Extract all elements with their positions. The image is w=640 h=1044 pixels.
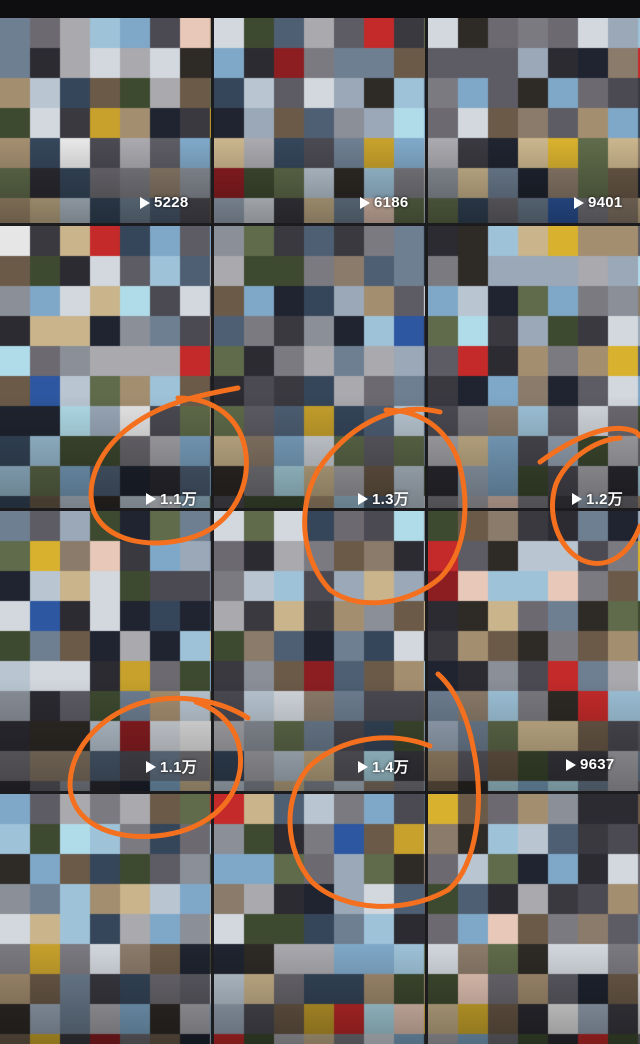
view-count: 1.1万 [146,488,197,508]
view-count-label: 1.1万 [160,759,198,776]
play-icon [574,196,584,209]
video-thumbnail[interactable]: 1.2万 [428,226,640,508]
play-icon [360,196,370,209]
thumbnail-image [428,511,640,791]
view-count: 6186 [360,194,409,211]
video-thumbnail[interactable]: 9637 [428,511,640,791]
thumbnail-image [214,226,425,508]
thumbnail-image [428,226,640,508]
play-icon [358,760,368,773]
view-count-label: 9637 [580,756,615,773]
play-icon [572,492,582,505]
thumbnail-image [0,511,211,791]
video-thumbnail[interactable] [0,794,211,1044]
thumbnail-image [214,511,425,791]
video-thumbnail[interactable]: 6186 [214,18,425,223]
play-icon [140,196,150,209]
video-thumbnail[interactable]: 1.4万 [214,511,425,791]
play-icon [146,760,156,773]
play-icon [566,758,576,771]
status-bar [0,0,640,18]
thumbnail-image [214,794,425,1044]
view-count-label: 1.2万 [586,491,624,508]
video-thumbnail[interactable]: 5228 [0,18,211,223]
view-count-label: 9401 [588,194,623,211]
view-count: 9637 [566,756,615,773]
view-count-label: 1.4万 [372,759,410,776]
play-icon [358,492,368,505]
thumbnail-image [214,18,425,223]
view-count-label: 6186 [374,194,409,211]
thumbnail-image [0,226,211,508]
view-count: 9401 [574,194,623,211]
view-count: 5228 [140,194,189,211]
video-thumbnail[interactable]: 1.3万 [214,226,425,508]
view-count: 1.3万 [358,488,409,508]
video-thumbnail[interactable] [214,794,425,1044]
thumbnail-image [428,794,640,1044]
video-thumbnail[interactable]: 1.1万 [0,226,211,508]
view-count-label: 5228 [154,194,189,211]
view-count: 1.2万 [572,488,623,508]
thumbnail-image [0,794,211,1044]
thumbnail-image [428,18,640,223]
thumbnail-image [0,18,211,223]
view-count: 1.1万 [146,756,197,777]
video-thumbnail[interactable]: 1.1万 [0,511,211,791]
video-grid: 5228 6186 9401 1.1万 1.3万 1.2万 1.1万 1.4万 … [0,18,640,1044]
play-icon [146,492,156,505]
view-count: 1.4万 [358,756,409,777]
view-count-label: 1.3万 [372,491,410,508]
view-count-label: 1.1万 [160,491,198,508]
video-thumbnail[interactable]: 9401 [428,18,640,223]
video-thumbnail[interactable] [428,794,640,1044]
